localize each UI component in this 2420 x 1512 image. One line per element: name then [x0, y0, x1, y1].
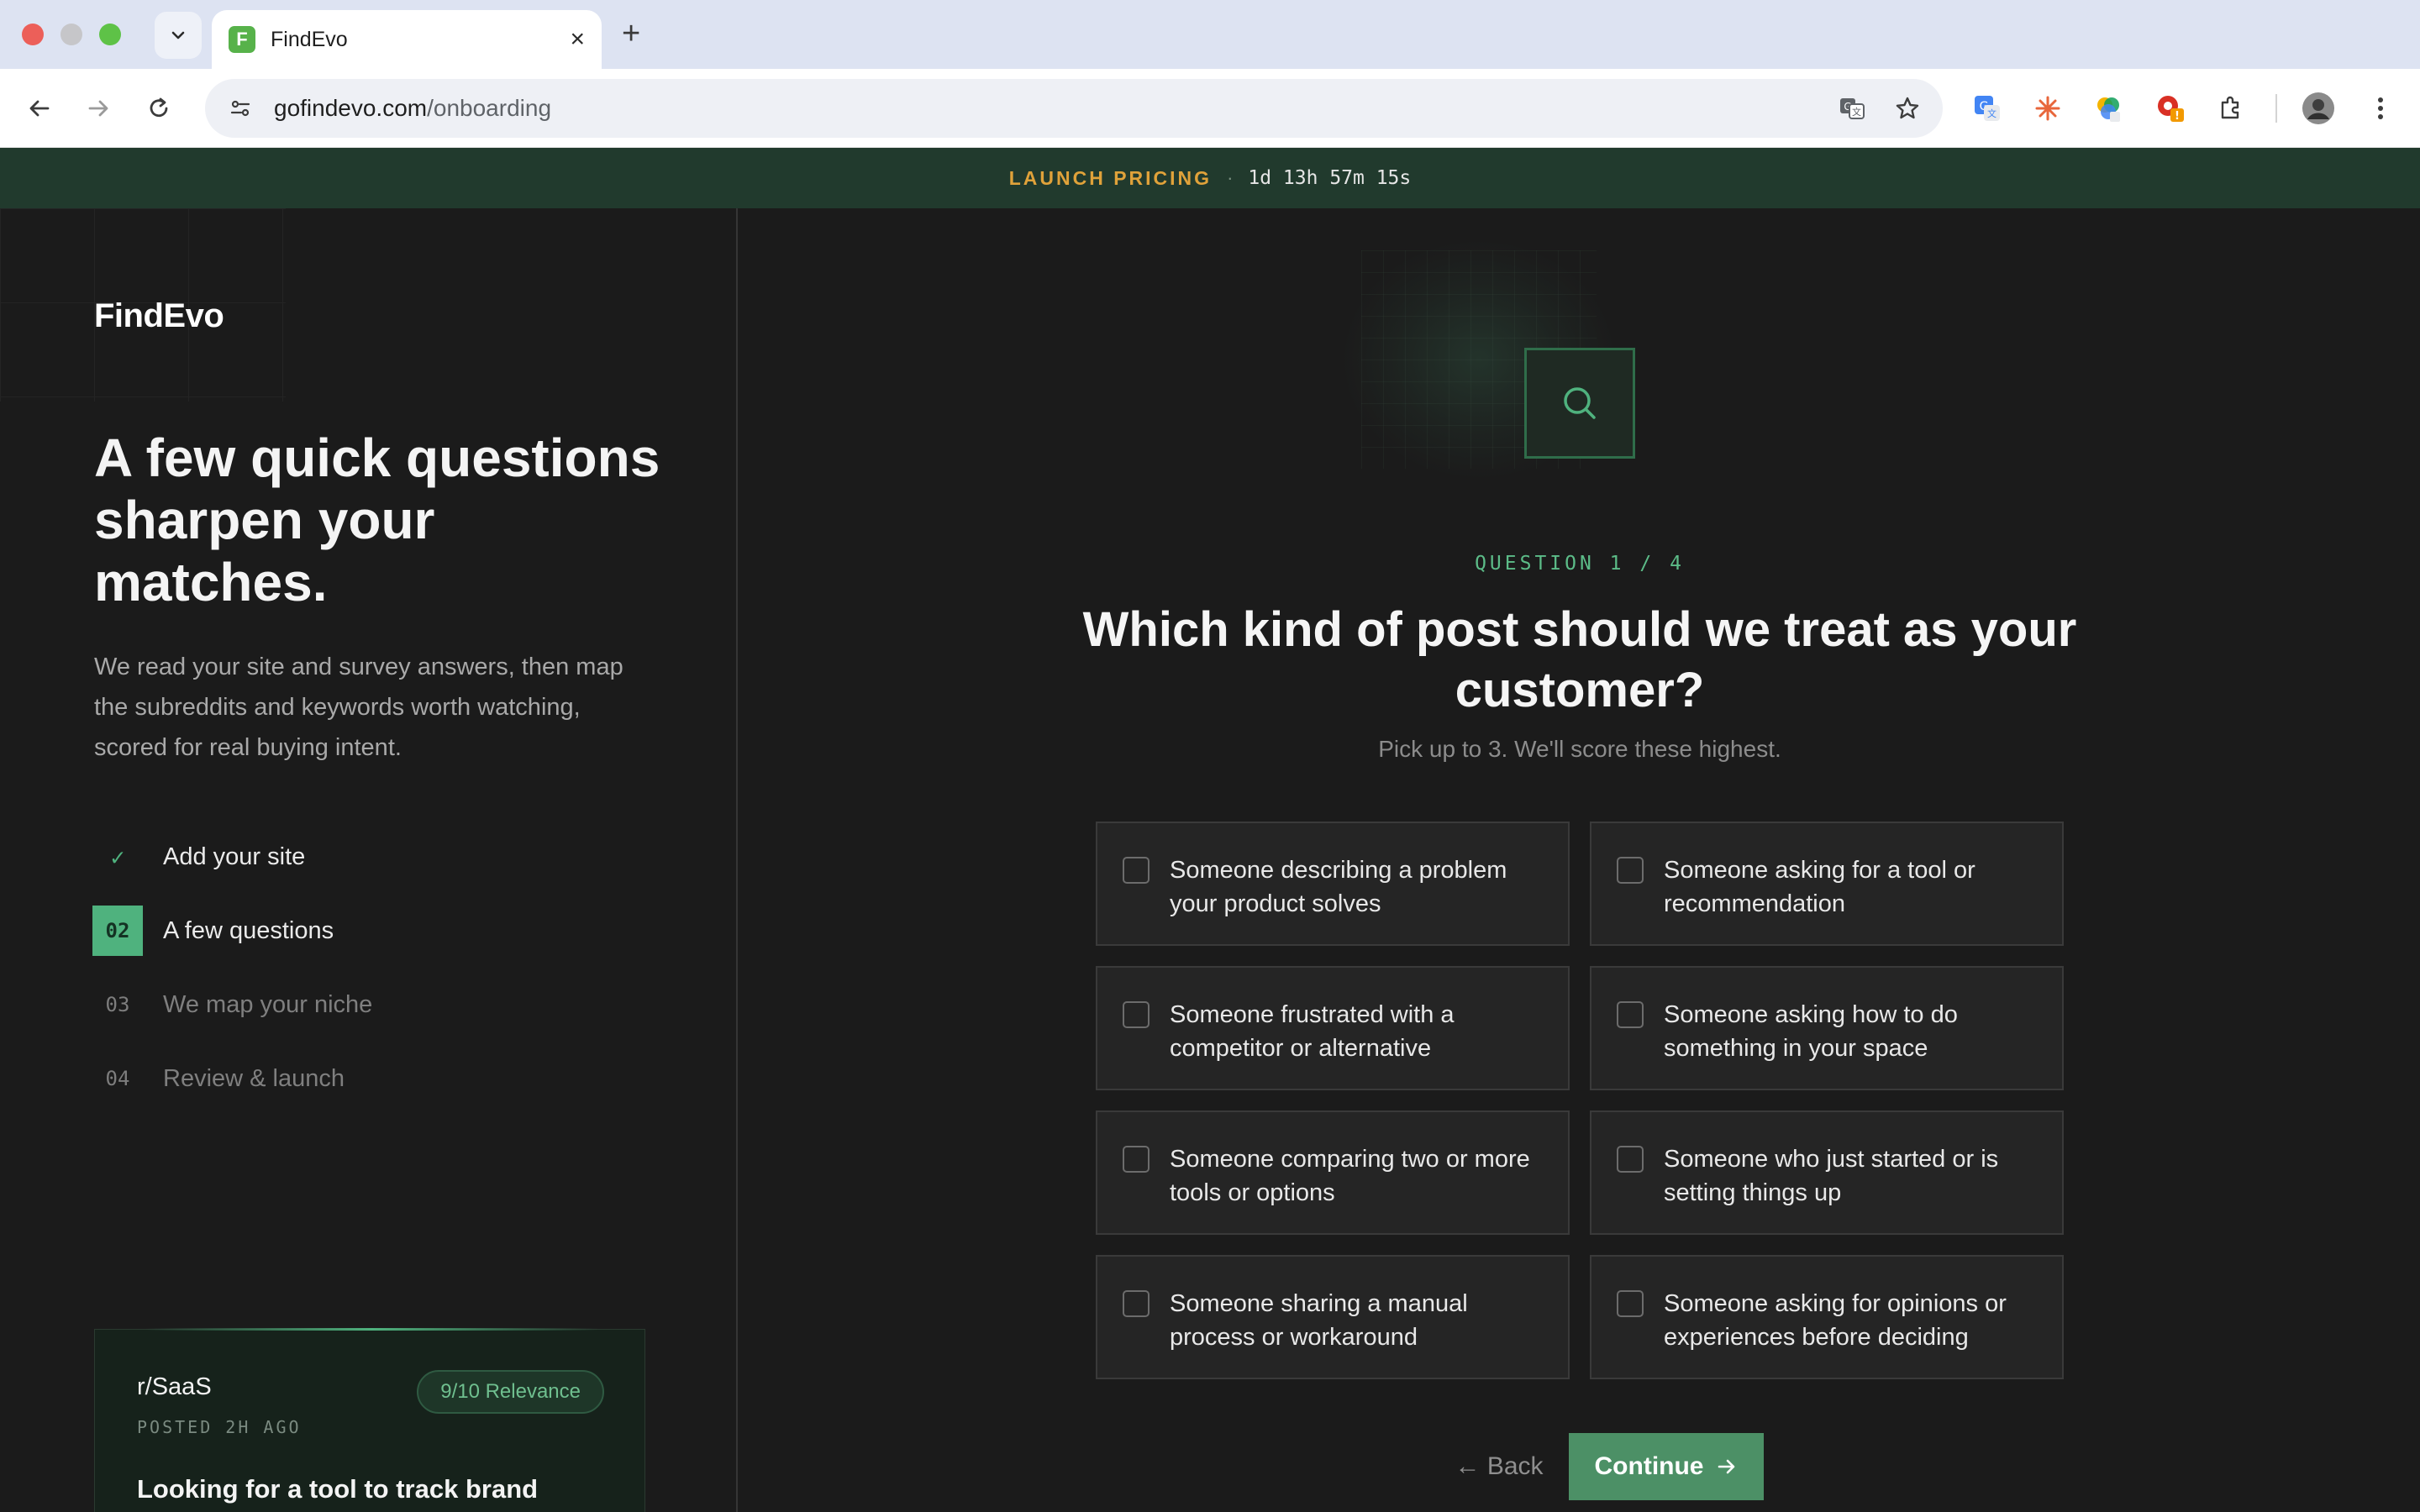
option-label: Someone asking for a tool or recommendat… — [1664, 857, 1975, 917]
option-label: Someone describing a problem your produc… — [1170, 857, 1507, 917]
promo-label: LAUNCH PRICING — [1008, 166, 1213, 189]
step-label: We map your niche — [163, 990, 373, 1018]
option-label: Someone who just started or is setting t… — [1664, 1146, 1999, 1206]
option-label: Someone comparing two or more tools or o… — [1170, 1146, 1530, 1206]
svg-text:文: 文 — [1852, 106, 1861, 118]
back-icon[interactable] — [18, 87, 60, 129]
svg-text:文: 文 — [1987, 108, 1996, 119]
checkbox[interactable] — [1123, 1146, 1150, 1173]
step-label: Review & launch — [163, 1064, 345, 1092]
option-label: Someone frustrated with a competitor or … — [1170, 1001, 1455, 1062]
answer-options: Someone describing a problem your produc… — [1096, 822, 2064, 1379]
progress-steps: ✓ Add your site 02 A few questions 03 We… — [92, 832, 372, 1127]
option-label: Someone sharing a manual process or work… — [1170, 1290, 1468, 1351]
continue-label: Continue — [1594, 1452, 1704, 1480]
question-title: Which kind of post should we treat as yo… — [1082, 602, 2077, 717]
tab-close-icon[interactable]: × — [570, 27, 585, 52]
chevron-down-icon — [171, 31, 185, 39]
sidebar-description: We read your site and survey answers, th… — [94, 654, 623, 761]
option-label: Someone asking for opinions or experienc… — [1664, 1290, 2007, 1351]
post-timestamp: POSTED 2H AGO — [137, 1417, 302, 1437]
back-button[interactable]: ← Back — [1455, 1452, 1543, 1481]
option-comparing-tools[interactable]: Someone comparing two or more tools or o… — [1096, 1110, 1570, 1235]
tab-search-button[interactable] — [155, 12, 202, 59]
step-questions: 02 A few questions — [92, 906, 372, 956]
option-asking-opinions[interactable]: Someone asking for opinions or experienc… — [1590, 1255, 2064, 1379]
forward-icon[interactable] — [77, 87, 119, 129]
post-title: Looking for a tool to track brand — [137, 1474, 539, 1504]
url-text: gofindevo.com/onboarding — [274, 95, 551, 122]
option-tool-recommendation[interactable]: Someone asking for a tool or recommendat… — [1590, 822, 2064, 946]
card-glow — [145, 1328, 599, 1331]
relevance-badge: 9/10 Relevance — [417, 1370, 604, 1414]
example-post-card: r/SaaS POSTED 2H AGO 9/10 Relevance Look… — [94, 1328, 645, 1512]
browser-toolbar: gofindevo.com/onboarding G文 G文 ! — [0, 69, 2420, 148]
check-icon: ✓ — [110, 843, 125, 871]
question-panel: QUESTION 1 / 4 Which kind of post should… — [739, 208, 2420, 1512]
checkbox[interactable] — [1617, 857, 1644, 884]
arrow-right-icon — [1718, 1459, 1734, 1474]
alert-extension-icon[interactable]: ! — [2151, 89, 2190, 128]
sparkle-extension-icon[interactable] — [2028, 89, 2067, 128]
launch-pricing-banner: LAUNCH PRICING · 1d 13h 57m 15s — [0, 148, 2420, 208]
option-problem[interactable]: Someone describing a problem your produc… — [1096, 822, 1570, 946]
checkbox[interactable] — [1123, 1001, 1150, 1028]
url-host: gofindevo.com — [274, 95, 428, 121]
option-just-started[interactable]: Someone who just started or is setting t… — [1590, 1110, 2064, 1235]
subreddit-name: r/SaaS — [137, 1373, 212, 1400]
step-number-badge: 02 — [92, 906, 143, 956]
google-translate-extension-icon[interactable]: G文 — [1968, 89, 2007, 128]
option-frustrated-competitor[interactable]: Someone frustrated with a competitor or … — [1096, 966, 1570, 1090]
browser-tabstrip: F FindEvo × + — [0, 0, 2420, 69]
extensions-icon[interactable] — [2212, 89, 2250, 128]
step-review-launch: 04 Review & launch — [92, 1053, 372, 1104]
option-how-to[interactable]: Someone asking how to do something in yo… — [1590, 966, 2064, 1090]
continue-button[interactable]: Continue — [1568, 1433, 1764, 1500]
window-close-button[interactable] — [22, 24, 44, 45]
sidebar-headline: A few quick questions sharpen your match… — [94, 428, 660, 612]
step-number-badge: 04 — [105, 1067, 130, 1090]
profile-avatar[interactable] — [2299, 89, 2338, 128]
reload-icon[interactable] — [138, 87, 180, 129]
url-path: /onboarding — [427, 95, 552, 121]
countdown-timer: 1d 13h 57m 15s — [1248, 167, 1412, 189]
step-label: A few questions — [163, 916, 334, 944]
checkbox[interactable] — [1123, 1290, 1150, 1317]
checkbox[interactable] — [1617, 1001, 1644, 1028]
question-counter: QUESTION 1 / 4 — [1475, 553, 1685, 575]
site-info-icon[interactable] — [222, 90, 259, 127]
step-label: Add your site — [163, 843, 306, 870]
colorful-extension-icon[interactable] — [2089, 89, 2128, 128]
promo-separator: · — [1227, 167, 1234, 188]
svg-text:!: ! — [2175, 110, 2180, 123]
logo[interactable]: FindEvo — [94, 297, 224, 335]
step-number-badge: 03 — [105, 993, 130, 1016]
step-map-niche: 03 We map your niche — [92, 979, 373, 1030]
checkbox[interactable] — [1617, 1290, 1644, 1317]
option-label: Someone asking how to do something in yo… — [1664, 1001, 1958, 1062]
new-tab-icon[interactable]: + — [622, 17, 640, 50]
favicon-icon: F — [229, 26, 255, 53]
search-icon — [1524, 348, 1635, 459]
checkbox[interactable] — [1617, 1146, 1644, 1173]
tab-title: FindEvo — [271, 27, 348, 51]
onboarding-sidebar: FindEvo A few quick questions sharpen yo… — [0, 208, 738, 1512]
browser-tab[interactable]: F FindEvo × — [212, 10, 602, 69]
window-minimize-button[interactable] — [60, 24, 82, 45]
toolbar-divider — [2275, 94, 2277, 123]
option-manual-process[interactable]: Someone sharing a manual process or work… — [1096, 1255, 1570, 1379]
star-icon[interactable] — [1889, 90, 1926, 127]
step-add-site: ✓ Add your site — [92, 832, 372, 882]
form-actions: ← Back Continue — [739, 1433, 2420, 1500]
question-hint: Pick up to 3. We'll score these highest. — [1378, 736, 1781, 762]
address-bar[interactable]: gofindevo.com/onboarding G文 — [205, 79, 1943, 138]
window-maximize-button[interactable] — [99, 24, 121, 45]
menu-icon[interactable] — [2361, 89, 2400, 128]
translate-icon[interactable]: G文 — [1833, 90, 1870, 127]
checkbox[interactable] — [1123, 857, 1150, 884]
